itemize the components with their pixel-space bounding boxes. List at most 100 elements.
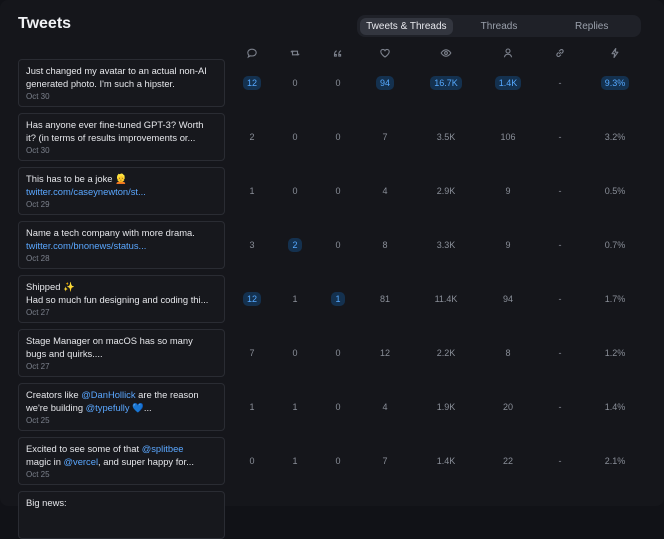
metric-cell-heart: 94 (365, 76, 405, 90)
tweet-link[interactable]: @vercel (64, 456, 99, 467)
metric-value: 106 (500, 132, 516, 142)
metric-cell-profile: 22 (488, 454, 528, 468)
tweet-card[interactable]: Excited to see some of that @splitbee mag… (18, 437, 225, 485)
bolt-icon[interactable] (609, 47, 621, 59)
tab-tweets-threads[interactable]: Tweets & Threads (360, 17, 453, 35)
tweet-text-line: Name a tech company with more drama. (26, 227, 222, 240)
profile-icon[interactable] (502, 47, 514, 59)
metric-cell-link: - (540, 238, 580, 252)
metric-cell-reply: 3 (232, 238, 272, 252)
tweet-text-line: Creators like @DanHollick are the reason (26, 389, 222, 402)
metric-cell-reply: 1 (232, 400, 272, 414)
metric-cell-heart: 8 (365, 238, 405, 252)
tweet-text-line: Excited to see some of that @splitbee (26, 443, 222, 456)
metric-cell-retweet: 1 (275, 292, 315, 306)
metric-value: 0 (335, 186, 341, 196)
tweet-link[interactable]: twitter.com/caseynewton/st... (26, 186, 146, 197)
tweet-link[interactable]: @typefully (86, 402, 130, 413)
tweet-text-fragment: Just changed my avatar to an actual non-… (26, 65, 207, 76)
retweet-icon[interactable] (289, 47, 301, 59)
metric-value: 1.4K (494, 76, 522, 90)
tab-switcher: Tweets & Threads Threads Replies (357, 15, 641, 37)
tweet-card[interactable]: Just changed my avatar to an actual non-… (18, 59, 225, 107)
metric-value: 2.9K (436, 186, 456, 196)
metric-value: 0 (249, 456, 255, 466)
link-icon[interactable] (554, 47, 566, 59)
metric-cell-profile: 1.4K (488, 76, 528, 90)
metric-cell-quote: 0 (318, 130, 358, 144)
tab-replies[interactable]: Replies (545, 18, 638, 35)
metric-cell-link: - (540, 400, 580, 414)
tweet-card[interactable]: Creators like @DanHollick are the reason… (18, 383, 225, 431)
metric-value: 2 (288, 238, 302, 252)
metric-cell-eye: 16.7K (426, 76, 466, 90)
reply-icon[interactable] (246, 47, 258, 59)
metric-value: 0 (335, 78, 341, 88)
tweet-text: Name a tech company with more drama. twit… (26, 227, 222, 252)
metric-cell-link: - (540, 454, 580, 468)
metric-cell-profile: 106 (488, 130, 528, 144)
tweet-text-fragment: generated photo. I'm such a hipster. (26, 77, 175, 89)
metric-cell-link: - (540, 292, 580, 306)
tweet-text-line: Shipped ✨ (26, 281, 222, 294)
metric-value: 0 (292, 132, 298, 142)
metric-value: 4 (382, 402, 388, 412)
tweet-text-line: Stage Manager on macOS has so many (26, 335, 222, 348)
heart-icon[interactable] (379, 47, 391, 59)
metric-value: 12 (242, 292, 261, 306)
tweet-text: Shipped ✨ Had so much fun designing and c… (26, 281, 222, 306)
tweet-text-fragment: magic in (26, 455, 64, 467)
tweet-card[interactable]: Big news: (18, 491, 225, 539)
tweet-link[interactable]: @splitbee (142, 443, 184, 454)
tweet-card[interactable]: Stage Manager on macOS has so many bugs a… (18, 329, 225, 377)
metric-cell-heart: 81 (365, 292, 405, 306)
metric-value: 0 (292, 78, 298, 88)
metric-value: 2 (249, 132, 255, 142)
tweet-text-line: it? (in terms of results improvements or… (26, 132, 222, 145)
tweet-date: Oct 28 (26, 254, 50, 263)
metric-cell-retweet: 2 (275, 238, 315, 252)
metric-value: 16.7K (430, 76, 462, 90)
metric-cell-quote: 1 (318, 292, 358, 306)
metric-value: 94 (502, 294, 513, 304)
tweet-text-fragment: , and super happy for... (98, 455, 194, 467)
metric-cell-reply: 1 (232, 184, 272, 198)
tweet-card[interactable]: Name a tech company with more drama. twit… (18, 221, 225, 269)
metric-value: 2.1% (604, 456, 626, 466)
metric-value: 12 (379, 348, 390, 358)
metric-value: 1 (331, 292, 345, 306)
quote-icon[interactable] (332, 47, 344, 59)
tweet-card[interactable]: Shipped ✨ Had so much fun designing and c… (18, 275, 225, 323)
tweet-text-fragment: This has to be a joke 👱 (26, 173, 127, 184)
eye-icon[interactable] (440, 47, 452, 59)
metric-cell-eye: 1.9K (426, 400, 466, 414)
page-title: Tweets (18, 15, 72, 32)
metric-cell-quote: 0 (318, 400, 358, 414)
tweet-text: Creators like @DanHollick are the reason… (26, 389, 222, 414)
tweet-text-fragment: bugs and quirks.... (26, 347, 103, 359)
tweet-date: Oct 25 (26, 416, 50, 425)
metric-cell-quote: 0 (318, 76, 358, 90)
metric-cell-retweet: 0 (275, 346, 315, 360)
tweet-text-line: twitter.com/bnonews/status... (26, 240, 222, 253)
metric-cell-link: - (540, 130, 580, 144)
metric-cell-heart: 4 (365, 400, 405, 414)
tweet-card[interactable]: This has to be a joke 👱 twitter.com/casey… (18, 167, 225, 215)
tweet-link[interactable]: @DanHollick (81, 389, 135, 400)
metric-value: 94 (375, 76, 394, 90)
metric-value: - (558, 132, 562, 142)
metric-value: 8 (505, 348, 511, 358)
metric-cell-eye: 2.9K (426, 184, 466, 198)
tweet-card[interactable]: Has anyone ever fine-tuned GPT-3? Worth i… (18, 113, 225, 161)
metric-cell-bolt: 1.7% (595, 292, 635, 306)
metric-value: 0 (335, 348, 341, 358)
metric-value: 9 (505, 240, 511, 250)
metric-value: 9 (505, 186, 511, 196)
metric-value: 0 (335, 456, 341, 466)
metric-value: 3.2% (604, 132, 626, 142)
tweet-link[interactable]: twitter.com/bnonews/status... (26, 240, 146, 251)
tweet-date: Oct 27 (26, 362, 50, 371)
metric-value: 1.9K (436, 402, 456, 412)
tab-threads[interactable]: Threads (453, 18, 546, 35)
tweet-text-fragment: it? (in terms of results improvements or… (26, 131, 196, 143)
